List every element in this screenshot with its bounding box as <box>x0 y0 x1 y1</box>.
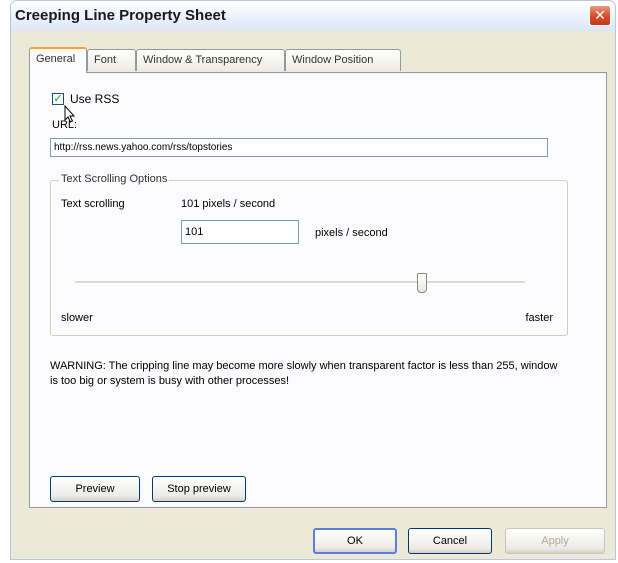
close-button[interactable]: ✕ <box>589 5 611 26</box>
ok-button[interactable]: OK <box>313 528 397 554</box>
speed-readout: 101 pixels / second <box>181 198 276 210</box>
warning-text: WARNING: The cripping line may become mo… <box>50 360 558 387</box>
text-scrolling-group-label: Text Scrolling Options <box>59 173 170 185</box>
speed-input[interactable] <box>181 220 299 244</box>
close-icon: ✕ <box>594 7 606 23</box>
title-bar[interactable]: Creeping Line Property Sheet ✕ <box>11 1 615 31</box>
tab-window-transparency[interactable]: Window & Transparency <box>136 49 285 71</box>
slider-max-label: faster <box>525 312 553 324</box>
speed-slider-track[interactable] <box>75 281 525 284</box>
speed-units-label: pixels / second <box>315 227 388 239</box>
text-scrolling-label: Text scrolling <box>61 198 125 210</box>
general-panel: ✓ Use RSS URL: Text Scrolling Options Te… <box>29 72 607 508</box>
preview-button[interactable]: Preview <box>50 476 140 502</box>
property-sheet-window: Creeping Line Property Sheet ✕ General F… <box>10 0 616 560</box>
check-mark-icon: ✓ <box>53 93 63 105</box>
use-rss-checkbox[interactable]: ✓ <box>52 93 64 105</box>
tab-window-position[interactable]: Window Position <box>285 49 401 71</box>
tab-general[interactable]: General <box>29 47 87 73</box>
url-label: URL: <box>52 119 78 131</box>
use-rss-label[interactable]: Use RSS <box>70 92 119 106</box>
text-scrolling-group: Text Scrolling Options Text scrolling 10… <box>50 173 568 336</box>
speed-slider-thumb[interactable] <box>416 273 427 293</box>
slider-min-label: slower <box>61 312 93 324</box>
cancel-button[interactable]: Cancel <box>408 528 492 554</box>
stop-preview-button[interactable]: Stop preview <box>152 476 246 502</box>
tab-font[interactable]: Font <box>87 49 136 71</box>
url-input[interactable] <box>50 138 548 157</box>
window-title: Creeping Line Property Sheet <box>15 7 226 24</box>
apply-button[interactable]: Apply <box>505 528 605 554</box>
